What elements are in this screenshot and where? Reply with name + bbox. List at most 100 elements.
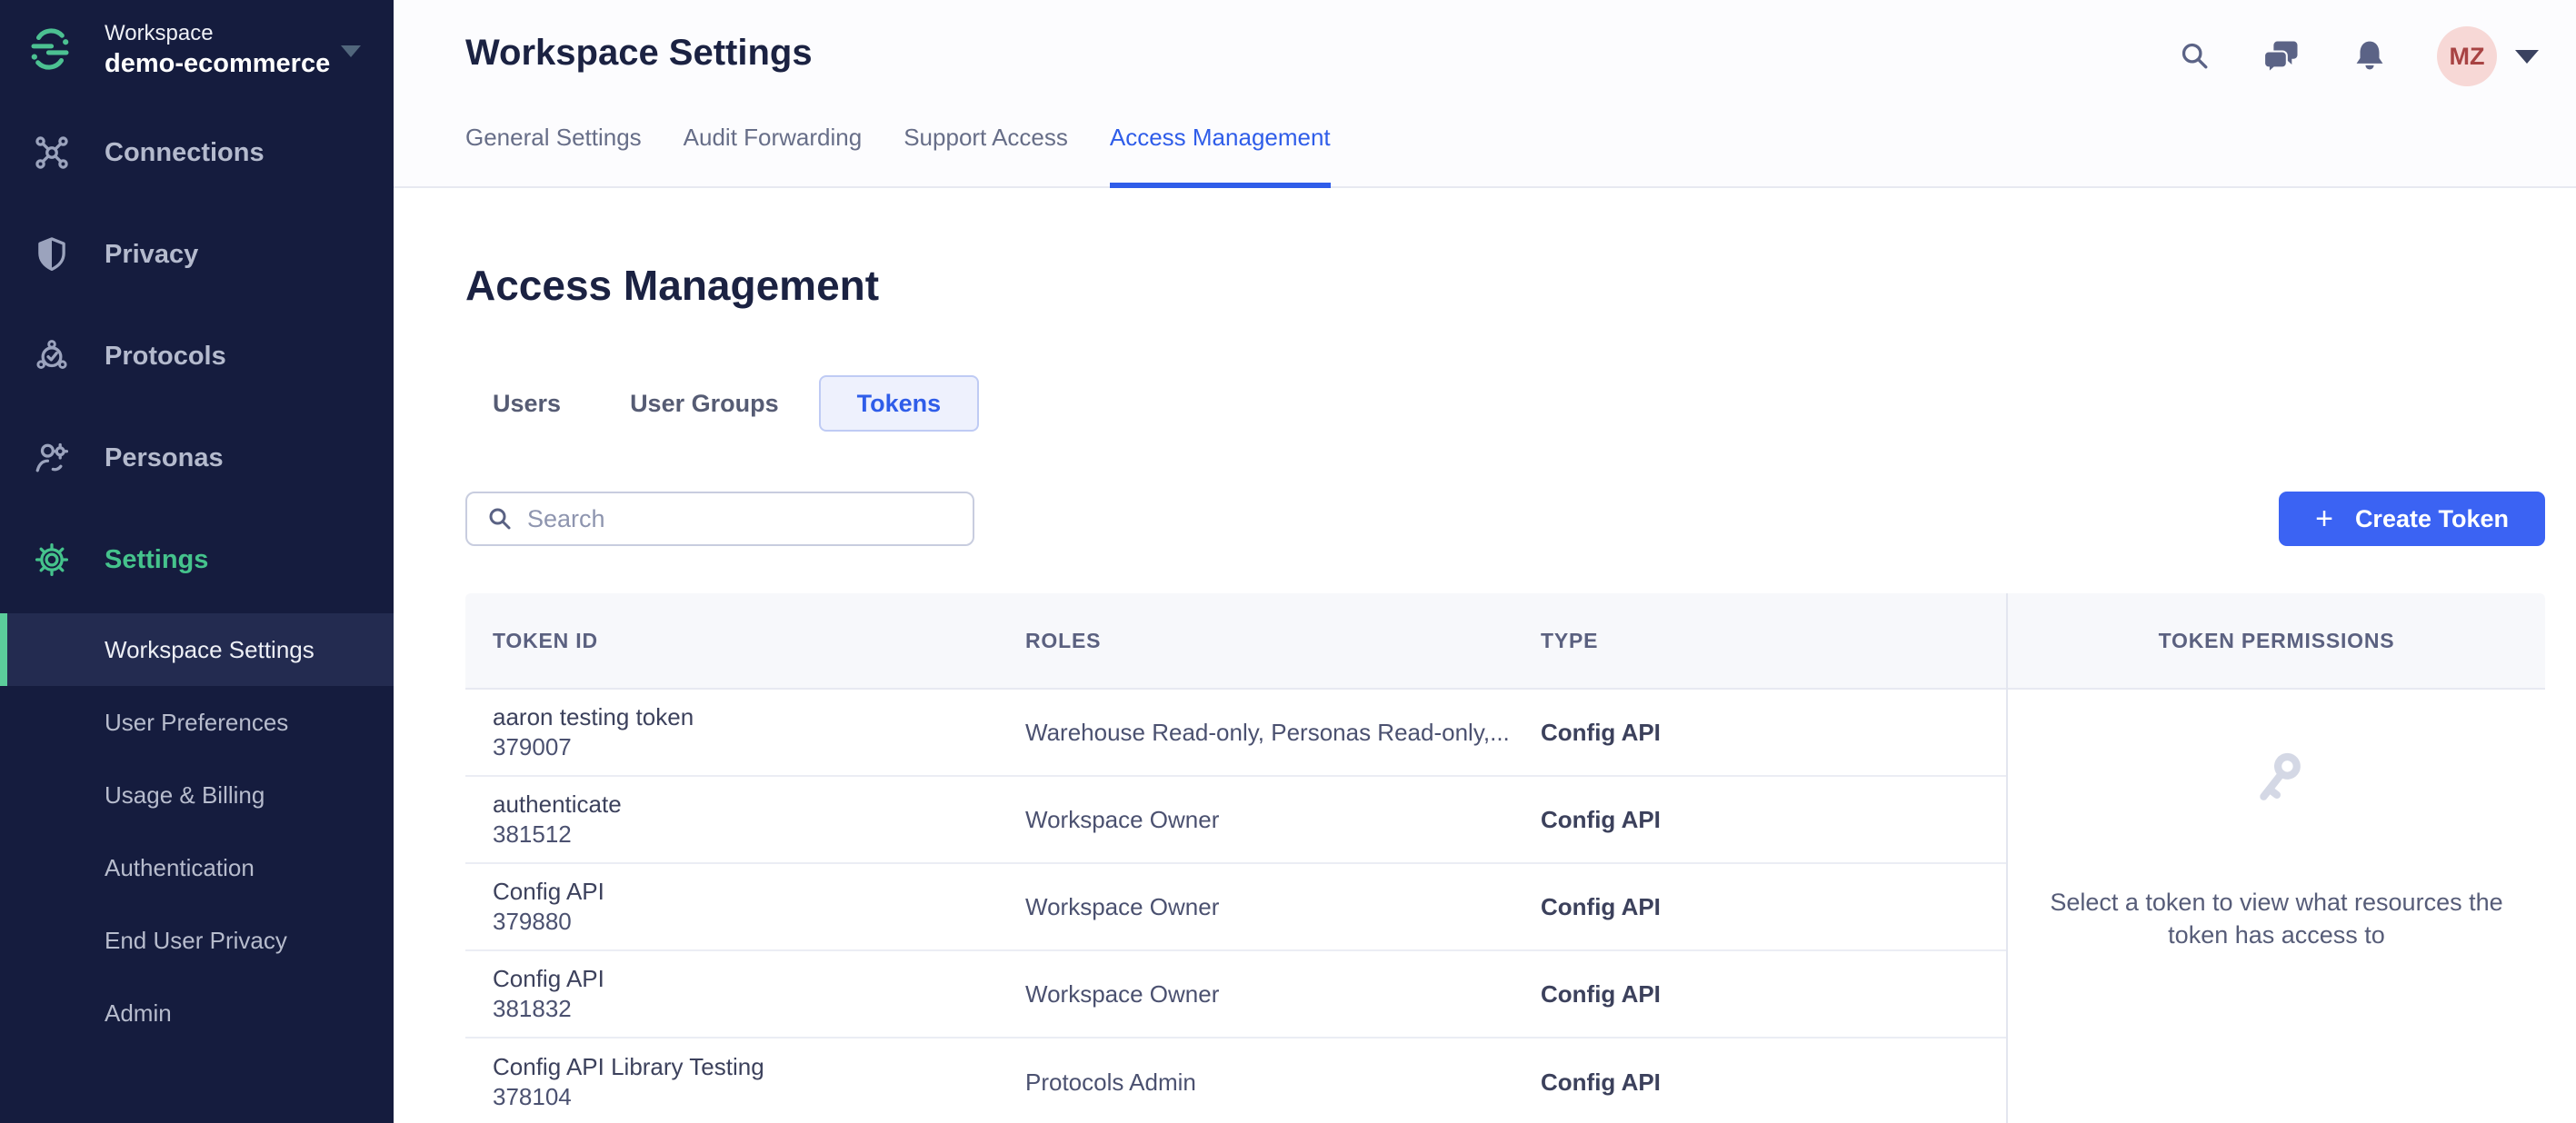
table-row[interactable]: Config API 379880 Workspace Owner Config… — [465, 864, 2006, 951]
sidebar-item-label: Protocols — [105, 341, 226, 371]
subitem-label: Admin — [105, 999, 172, 1027]
token-name: aaron testing token — [493, 703, 694, 730]
tab-tokens[interactable]: Tokens — [818, 375, 980, 432]
permissions-header: TOKEN PERMISSIONS — [2008, 593, 2545, 690]
chevron-down-icon[interactable] — [2515, 49, 2539, 64]
token-name: authenticate — [493, 790, 622, 818]
sidebar: Workspace demo-ecommerce Connections Pri… — [0, 0, 394, 1123]
sidebar-item-connections[interactable]: Connections — [0, 102, 394, 204]
header-tabs: General Settings Audit Forwarding Suppor… — [465, 124, 1373, 188]
search-icon — [2182, 43, 2208, 69]
token-type: Config API — [1541, 805, 1661, 833]
column-header-token-permissions: TOKEN PERMISSIONS — [2158, 628, 2395, 652]
shield-icon — [38, 237, 65, 272]
token-id: 381512 — [493, 820, 572, 848]
avatar[interactable]: MZ — [2437, 26, 2497, 86]
token-id-cell: Config API Library Testing 378104 — [493, 1052, 1025, 1112]
create-token-button[interactable]: + Create Token — [2279, 492, 2545, 546]
token-id-cell: authenticate 381512 — [493, 790, 1025, 850]
token-type: Config API — [1541, 892, 1661, 920]
sidebar-item-personas[interactable]: Personas — [0, 407, 394, 509]
chat-icon — [2263, 41, 2298, 75]
search-button[interactable] — [2175, 25, 2215, 87]
page-title: Workspace Settings — [465, 33, 813, 73]
token-roles: Workspace Owner — [1025, 892, 1220, 920]
toolbar: + Create Token — [465, 492, 2545, 546]
tab-user-groups[interactable]: User Groups — [630, 390, 779, 418]
column-header-roles: ROLES — [1025, 628, 1102, 652]
token-type: Config API — [1541, 979, 1661, 1008]
sidebar-item-privacy[interactable]: Privacy — [0, 204, 394, 305]
sidebar-item-protocols[interactable]: Protocols — [0, 305, 394, 407]
token-roles: Warehouse Read-only, Personas Read-only,… — [1025, 718, 1510, 746]
token-name: Config API — [493, 878, 604, 905]
sidebar-subitem-end-user-privacy[interactable]: End User Privacy — [0, 904, 394, 977]
tab-general-settings[interactable]: General Settings — [465, 124, 642, 186]
empty-state-message: Select a token to view what resources th… — [2050, 889, 2503, 949]
token-id: 379007 — [493, 733, 572, 760]
tab-audit-forwarding[interactable]: Audit Forwarding — [684, 124, 863, 186]
tab-access-management[interactable]: Access Management — [1109, 124, 1331, 188]
settings-subnav: Workspace Settings User Preferences Usag… — [0, 613, 394, 1049]
sidebar-item-settings[interactable]: Settings — [0, 509, 394, 611]
key-icon — [2259, 752, 2301, 800]
token-id-cell: Config API 381832 — [493, 964, 1025, 1024]
tokens-table-left: TOKEN ID ROLES TYPE aaron testing token … — [465, 593, 2006, 1123]
personas-icon — [35, 442, 69, 472]
token-roles: Workspace Owner — [1025, 805, 1220, 833]
gear-icon — [35, 542, 69, 577]
workspace-switcher[interactable]: Workspace demo-ecommerce — [0, 0, 394, 102]
sidebar-subitem-user-preferences[interactable]: User Preferences — [0, 686, 394, 759]
sidebar-subitem-authentication[interactable]: Authentication — [0, 831, 394, 904]
main-area: Workspace Settings General Settings Audi… — [394, 0, 2576, 1123]
column-header-token-id: TOKEN ID — [493, 628, 598, 652]
bell-icon — [2356, 41, 2383, 70]
table-row[interactable]: aaron testing token 379007 Warehouse Rea… — [465, 690, 2006, 777]
token-id-cell: Config API 379880 — [493, 877, 1025, 937]
table-row[interactable]: Config API Library Testing 378104 Protoc… — [465, 1039, 2006, 1123]
search-input[interactable] — [465, 492, 974, 546]
segment-logo-icon — [31, 28, 69, 70]
table-header: TOKEN ID ROLES TYPE — [465, 593, 2006, 690]
token-permissions-panel: TOKEN PERMISSIONS Select a token to view… — [2006, 593, 2545, 1123]
subitem-label: Workspace Settings — [105, 635, 315, 663]
subitem-label: Usage & Billing — [105, 780, 265, 809]
token-type: Config API — [1541, 718, 1661, 746]
subitem-label: User Preferences — [105, 708, 289, 736]
table-row[interactable]: Config API 381832 Workspace Owner Config… — [465, 951, 2006, 1039]
search-box — [465, 492, 974, 546]
chat-button[interactable] — [2262, 25, 2302, 87]
token-name: Config API Library Testing — [493, 1053, 764, 1080]
chevron-down-icon — [341, 45, 361, 57]
top-header: Workspace Settings General Settings Audi… — [394, 0, 2576, 188]
subitem-label: End User Privacy — [105, 926, 287, 954]
token-type: Config API — [1541, 1068, 1661, 1096]
sidebar-subitem-admin[interactable]: Admin — [0, 977, 394, 1049]
token-roles: Protocols Admin — [1025, 1068, 1196, 1096]
tab-users[interactable]: Users — [493, 390, 561, 418]
topbar-actions: MZ — [2175, 25, 2539, 87]
create-token-label: Create Token — [2354, 504, 2509, 532]
protocols-icon — [36, 340, 67, 369]
tab-support-access[interactable]: Support Access — [904, 124, 1068, 186]
subitem-label: Authentication — [105, 853, 255, 881]
sidebar-subitem-usage-billing[interactable]: Usage & Billing — [0, 759, 394, 831]
connections-icon — [35, 136, 68, 169]
access-tabs: Users User Groups Tokens — [465, 375, 2545, 432]
search-icon — [489, 508, 511, 530]
sidebar-item-label: Personas — [105, 442, 224, 472]
sidebar-subitem-workspace-settings[interactable]: Workspace Settings — [0, 613, 394, 686]
section-heading: Access Management — [465, 262, 880, 309]
token-roles: Workspace Owner — [1025, 979, 1220, 1008]
sidebar-item-label: Settings — [105, 544, 209, 574]
notifications-button[interactable] — [2350, 25, 2390, 87]
app-root: Workspace demo-ecommerce Connections Pri… — [0, 0, 2576, 1123]
tokens-table: TOKEN ID ROLES TYPE aaron testing token … — [465, 593, 2545, 1123]
content: Access Management Users User Groups Toke… — [394, 261, 2576, 1123]
token-id: 381832 — [493, 995, 572, 1022]
permissions-empty-state: Select a token to view what resources th… — [2008, 690, 2545, 1123]
workspace-name: demo-ecommerce — [105, 49, 331, 78]
table-row[interactable]: authenticate 381512 Workspace Owner Conf… — [465, 777, 2006, 864]
token-id-cell: aaron testing token 379007 — [493, 702, 1025, 762]
sidebar-nav: Connections Privacy Protocols Personas S… — [0, 102, 394, 611]
